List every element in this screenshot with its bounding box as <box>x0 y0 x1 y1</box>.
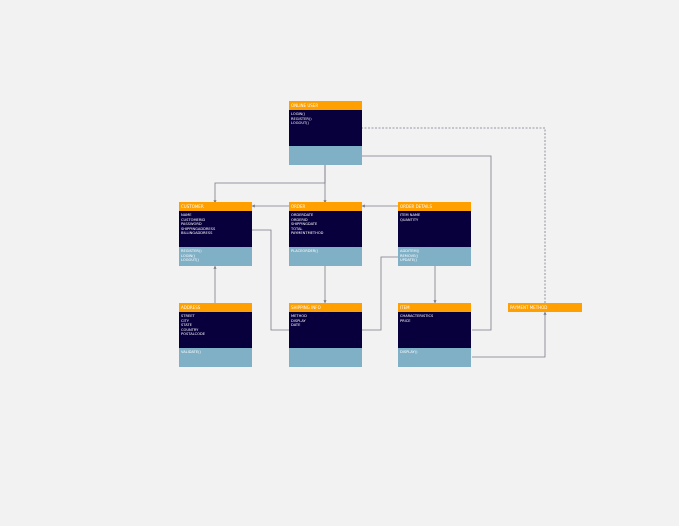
connector-onlineuser-customer <box>213 165 326 204</box>
class-box-payment-method[interactable]: PAYMENT METHOD <box>508 303 582 312</box>
class-attributes: ORDERDATE ORDERID SHIPPINGDATE TOTAL PAY… <box>289 211 362 247</box>
class-box-shipping-info[interactable]: SHIPPING INFO METHOD DISPLAY DATE <box>289 303 362 367</box>
connector-customer-shipping <box>252 229 289 331</box>
class-operation: LOGOUT() <box>181 258 199 263</box>
class-box-customer[interactable]: CUSTOMER NAME CUSTOMERID PASSWORD SHIPPI… <box>179 202 252 266</box>
class-attributes: METHOD DISPLAY DATE <box>289 312 362 348</box>
class-attributes: CHARACTERISTICS PRICE <box>398 312 471 348</box>
class-operations <box>289 146 362 165</box>
class-operation: PLACEORDER() <box>291 249 319 253</box>
class-operations: DISPLAY() <box>398 348 471 367</box>
class-attributes: LOGIN() REGISTER() LOGOUT() <box>289 110 362 146</box>
class-attribute: DATE <box>291 323 301 328</box>
class-box-address[interactable]: ADDRESS STREET CITY STATE COUNTRY POSTAL… <box>179 303 252 367</box>
class-operation: UPDATE() <box>400 258 417 263</box>
connector-item-payment <box>472 311 547 358</box>
class-operations: VALIDATE() <box>179 348 252 367</box>
class-title: ORDER <box>289 202 362 211</box>
class-title: CUSTOMER <box>179 202 252 211</box>
class-operations: PLACEORDER() <box>289 247 362 266</box>
class-title: SHIPPING INFO <box>289 303 362 312</box>
class-box-online-user[interactable]: ONLINE USER LOGIN() REGISTER() LOGOUT() <box>289 101 362 165</box>
class-title: ORDER DETAILS <box>398 202 471 211</box>
class-operation: LOGOUT() <box>291 121 309 126</box>
class-title: ONLINE USER <box>289 101 362 110</box>
class-box-item[interactable]: ITEM CHARACTERISTICS PRICE DISPLAY() <box>398 303 471 367</box>
class-operation: VALIDATE() <box>181 350 201 354</box>
class-attributes: STREET CITY STATE COUNTRY POSTALCODE <box>179 312 252 348</box>
connector-orderdetails-shipping <box>362 256 398 331</box>
class-box-order[interactable]: ORDER ORDERDATE ORDERID SHIPPINGDATE TOT… <box>289 202 362 266</box>
class-box-order-details[interactable]: ORDER DETAILS ITEM NAME QUANTITY ADDITEM… <box>398 202 471 266</box>
class-attributes: NAME CUSTOMERID PASSWORD SHIPPINGADDRESS… <box>179 211 252 247</box>
class-attribute: PRICE <box>400 318 411 323</box>
class-attribute: QUANTITY <box>400 217 419 222</box>
class-operations: REGISTER() LOGIN() LOGOUT() <box>179 247 252 266</box>
class-operation: DISPLAY() <box>400 350 418 354</box>
class-operations: ADDITEM() REMOVE() UPDATE() <box>398 247 471 266</box>
class-title: ADDRESS <box>179 303 252 312</box>
class-attribute: BILLINGADDRESS <box>181 231 213 236</box>
class-attribute: PAYMENTMETHOD <box>291 231 324 236</box>
class-operations <box>289 348 362 367</box>
class-attributes: ITEM NAME QUANTITY <box>398 211 471 247</box>
class-attribute: POSTALCODE <box>181 332 206 337</box>
class-title: ITEM <box>398 303 471 312</box>
